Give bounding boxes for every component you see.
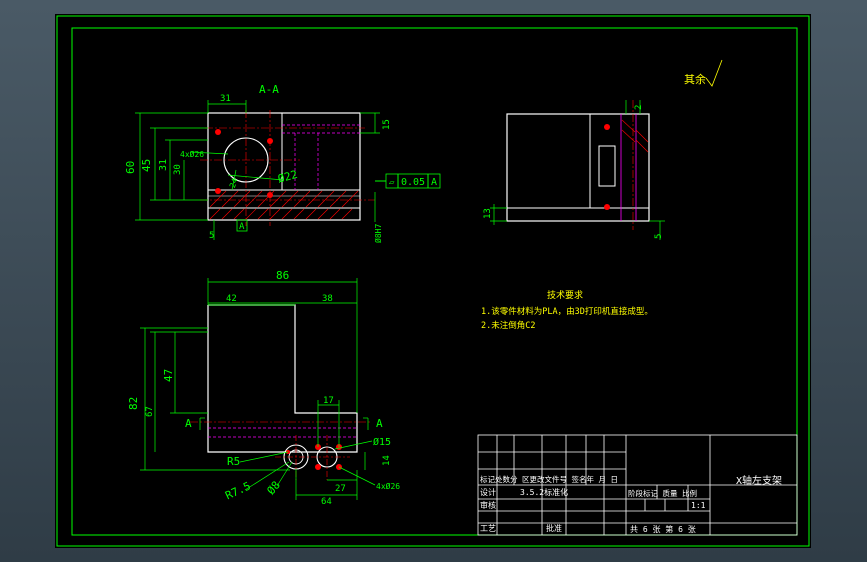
dim-dia15: Ø15 (373, 436, 391, 448)
drawing-sheet: A-A 31 15 60 45 31 30 4xØ26 Ø22 5 24 ▱ 0… (55, 14, 811, 548)
notes-line-1: 1.该零件材料为PLA，由3D打印机直接成型。 (481, 306, 653, 317)
craft-label: 工艺 (480, 524, 496, 533)
dim-4x26: 4xØ26 (180, 149, 204, 159)
dim-82: 82 (127, 397, 140, 410)
cad-viewport[interactable]: A-A 31 15 60 45 31 30 4xØ26 Ø22 5 24 ▱ 0… (0, 0, 867, 562)
dim-phi-h7: Ø8H7 (373, 224, 383, 243)
dim-86: 86 (276, 269, 289, 282)
hole-marker (267, 138, 273, 144)
designer-value: 3.5.2标准化 (520, 487, 568, 497)
datum-a: A (239, 222, 245, 232)
hole-marker (215, 188, 221, 194)
dim-5: 5 (209, 231, 214, 241)
dim-45: 45 (140, 159, 153, 172)
hole-marker (267, 192, 273, 198)
sheet-count: 共 6 张 第 6 张 (630, 524, 696, 534)
part-name: X轴左支架 (736, 474, 782, 487)
stage-label: 阶段标记 质量 比例 (628, 488, 697, 498)
designer-label: 设计 (480, 487, 496, 497)
section-mark-left: A (185, 417, 192, 430)
dim-67: 67 (145, 406, 155, 417)
dim-31-top: 31 (220, 94, 231, 104)
dim-47: 47 (162, 369, 175, 382)
dim-27: 27 (335, 484, 346, 494)
dim-30: 30 (173, 164, 183, 175)
section-mark-right: A (376, 417, 383, 430)
hole-marker (604, 124, 610, 130)
dim-15: 15 (382, 119, 392, 130)
notes-line-2: 2.未注倒角C2 (481, 320, 535, 331)
approve-label: 批准 (546, 523, 562, 533)
section-label: A-A (259, 83, 279, 96)
dim-2: 2 (634, 105, 644, 110)
flatness-symbol: ▱ (389, 178, 395, 188)
flatness-value: 0.05 (401, 177, 425, 188)
sheet-background (55, 14, 811, 548)
surface-finish-note: 其余 (684, 72, 706, 86)
scale-value: 1:1 (691, 501, 706, 510)
dim-13: 13 (483, 208, 493, 219)
dim-31-side: 31 (158, 159, 169, 171)
dim-5-side: 5 (654, 234, 664, 239)
hole-marker (215, 129, 221, 135)
dim-42: 42 (226, 294, 237, 304)
flatness-datum: A (431, 177, 437, 188)
review-label: 审核 (480, 500, 496, 510)
hole-marker (604, 204, 610, 210)
notes-title: 技术要求 (547, 289, 583, 301)
dim-14: 14 (382, 455, 392, 466)
dim-17: 17 (323, 396, 334, 406)
dim-64: 64 (321, 497, 332, 507)
dim-38: 38 (322, 294, 333, 304)
dim-60: 60 (124, 161, 137, 174)
dim-r5: R5 (227, 455, 240, 468)
dim-4x26-plan: 4xØ26 (376, 481, 400, 491)
row-labels: 标记处数分 区更改文件号 签名年 月 日 (480, 474, 618, 484)
